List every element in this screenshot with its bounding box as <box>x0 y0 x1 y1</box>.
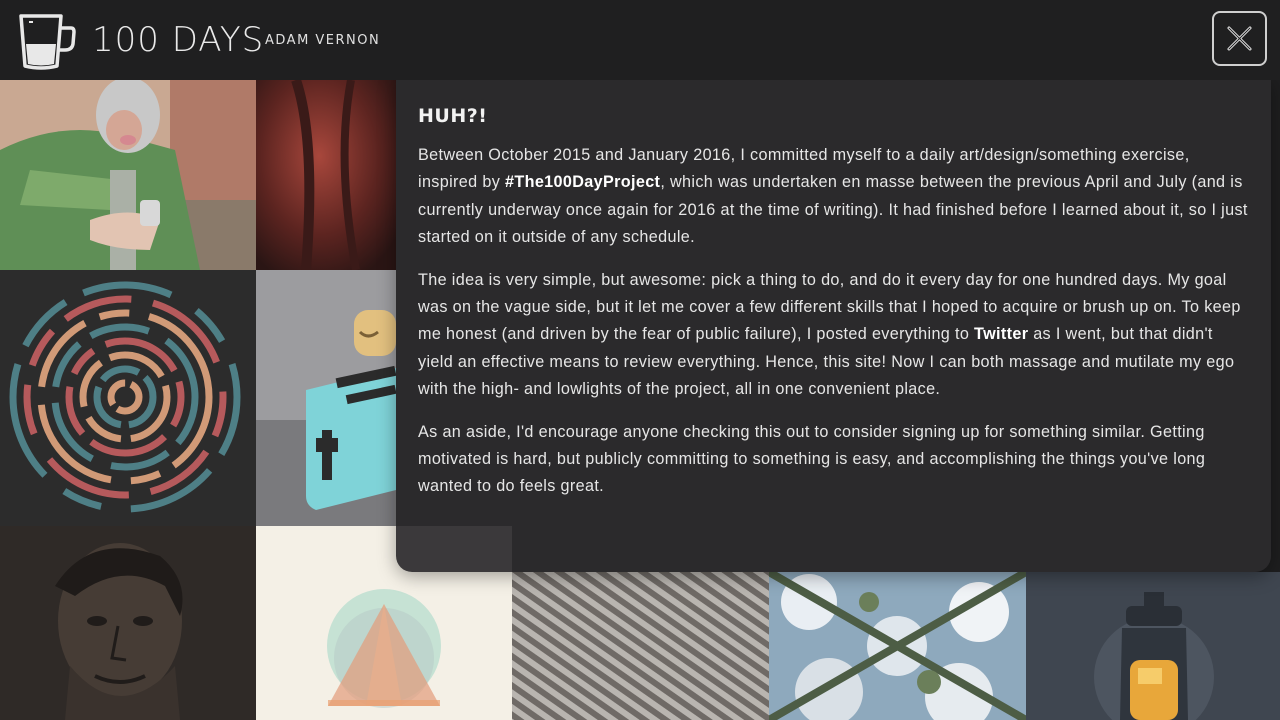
artwork-toaster[interactable] <box>256 270 396 526</box>
hashtag-link[interactable]: #The100DayProject <box>505 173 660 191</box>
author-name[interactable]: ADAM VERNON <box>265 32 380 50</box>
modal-heading: HUH?! <box>418 105 488 127</box>
artwork-charcoal-portrait[interactable] <box>0 526 256 720</box>
site-title[interactable]: 100 DAYS <box>92 19 264 61</box>
about-modal: HUH?! Between October 2015 and January 2… <box>396 80 1271 572</box>
twitter-link[interactable]: Twitter <box>974 325 1028 343</box>
artwork-lantern[interactable] <box>1026 572 1280 720</box>
artwork-pixel-old-man[interactable] <box>0 80 256 270</box>
close-x-icon <box>1227 26 1252 51</box>
artwork-red-cave[interactable] <box>256 80 396 270</box>
artwork-concentric-arcs[interactable] <box>0 270 256 526</box>
close-button[interactable] <box>1212 11 1267 66</box>
site-header: 100 DAYS ADAM VERNON <box>0 0 1280 80</box>
coffee-glass-icon[interactable] <box>17 8 77 72</box>
artwork-diagonal-stripes[interactable] <box>512 572 769 720</box>
modal-paragraph: The idea is very simple, but awesome: pi… <box>418 270 1241 399</box>
modal-paragraph: Between October 2015 and January 2016, I… <box>418 146 1248 247</box>
modal-paragraph: As an aside, I'd encourage anyone checki… <box>418 422 1206 496</box>
artwork-frost-mirror[interactable] <box>769 572 1026 720</box>
